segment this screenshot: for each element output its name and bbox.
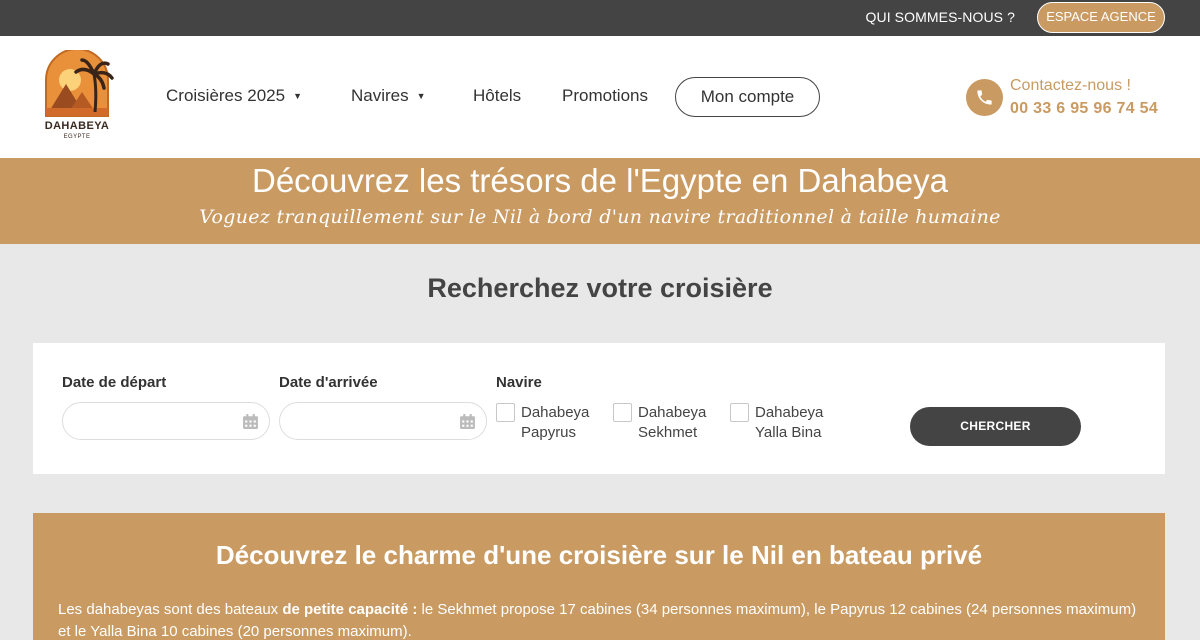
nav-item-croisieres[interactable]: Croisières 2025 ▼ — [166, 86, 302, 106]
search-form: Date de départ Date d'arrivée Navire Dah… — [33, 343, 1165, 474]
hero-subtitle: Voguez tranquillement sur le Nil à bord … — [199, 206, 1001, 228]
phone-button[interactable] — [966, 79, 1003, 116]
calendar-icon[interactable] — [242, 413, 259, 430]
top-bar: QUI SOMMES-NOUS ? ESPACE AGENCE — [0, 0, 1200, 36]
main-header: DAHABEYA EGYPTE Croisières 2025 ▼ Navires… — [0, 36, 1200, 158]
arrival-date-label: Date d'arrivée — [279, 374, 378, 391]
checkbox[interactable] — [496, 403, 515, 422]
nav-item-label: Navires — [351, 86, 409, 105]
about-link[interactable]: QUI SOMMES-NOUS ? — [866, 9, 1016, 25]
logo[interactable]: DAHABEYA EGYPTE — [40, 48, 114, 146]
contact-phone-number[interactable]: 00 33 6 95 96 74 54 — [1010, 100, 1158, 118]
logo-emblem-icon — [45, 48, 114, 117]
nav-item-hotels[interactable]: Hôtels — [473, 86, 521, 106]
checkbox[interactable] — [613, 403, 632, 422]
hero-title: Découvrez les trésors de l'Egypte en Dah… — [251, 162, 948, 199]
departure-date-label: Date de départ — [62, 374, 167, 391]
agency-button[interactable]: ESPACE AGENCE — [1037, 2, 1165, 33]
nav-item-promotions[interactable]: Promotions — [562, 86, 648, 106]
logo-name: DAHABEYA — [44, 120, 110, 132]
charm-title: Découvrez le charme d'une croisière sur … — [215, 540, 983, 570]
arrival-date-field[interactable] — [279, 402, 487, 440]
logo-subtitle: EGYPTE — [63, 134, 91, 140]
hero-banner: Découvrez les trésors de l'Egypte en Dah… — [0, 158, 1200, 244]
search-button[interactable]: CHERCHER — [910, 407, 1081, 446]
charm-section: Découvrez le charme d'une croisière sur … — [33, 513, 1165, 640]
nav-item-navires[interactable]: Navires ▼ — [351, 86, 426, 106]
checkbox[interactable] — [730, 403, 749, 422]
departure-date-input[interactable] — [77, 411, 227, 431]
departure-date-field[interactable] — [62, 402, 270, 440]
search-title: Recherchez votre croisière — [427, 273, 773, 303]
nav-item-label: Hôtels — [473, 86, 522, 105]
arrival-date-input[interactable] — [294, 411, 444, 431]
chevron-down-icon: ▼ — [416, 91, 426, 101]
phone-icon — [977, 90, 992, 105]
nav-item-label: Promotions — [562, 86, 648, 105]
contact-label[interactable]: Contactez-nous ! — [1010, 77, 1131, 95]
checkbox-label[interactable]: Dahabeya Yalla Bina — [755, 403, 865, 443]
account-button[interactable]: Mon compte — [675, 77, 820, 117]
chevron-down-icon: ▼ — [293, 91, 302, 101]
calendar-icon[interactable] — [459, 413, 476, 430]
ship-label: Navire — [496, 374, 542, 391]
nav-item-label: Croisières 2025 — [166, 86, 286, 105]
charm-text: Les dahabeyas sont des bateaux de petite… — [58, 601, 1137, 640]
